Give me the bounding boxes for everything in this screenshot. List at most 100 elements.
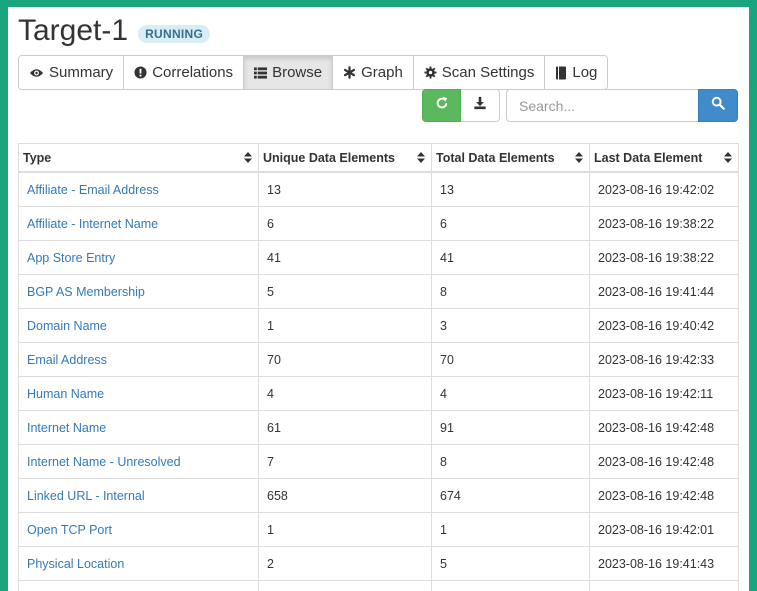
type-link[interactable]: Affiliate - Email Address: [27, 183, 159, 197]
type-link[interactable]: App Store Entry: [27, 251, 115, 265]
last-element-time: 2023-08-16 19:38:22: [589, 240, 739, 275]
eye-icon: [29, 67, 44, 79]
last-element-time: 2023-08-16 19:42:48: [589, 444, 739, 479]
tab-label: Scan Settings: [441, 64, 535, 81]
tab-summary[interactable]: Summary: [19, 56, 125, 89]
total-count: 8: [431, 274, 590, 309]
tab-browse[interactable]: Browse: [244, 56, 334, 89]
search-group: [506, 89, 738, 122]
search-icon: [711, 96, 725, 115]
total-count: 4: [431, 376, 590, 411]
book-icon: [555, 66, 567, 80]
type-link[interactable]: Email Address: [27, 353, 107, 367]
last-element-time: 2023-08-16 19:42:33: [589, 342, 739, 377]
type-link[interactable]: Human Name: [27, 387, 104, 401]
unique-count: 70: [258, 342, 432, 377]
unique-count: 2: [258, 546, 432, 581]
last-element-time: 2023-08-16 19:42:02: [589, 171, 739, 207]
table-row: Internet Name - Unresolved 7 8 2023-08-16 1…: [18, 444, 739, 479]
total-count: 8: [431, 444, 590, 479]
column-header-type[interactable]: Type: [18, 143, 259, 173]
total-count: 91: [431, 410, 590, 445]
tab-correlations[interactable]: Correlations: [124, 56, 245, 89]
unique-count: 1: [258, 512, 432, 547]
unique-count: 7: [258, 444, 432, 479]
scan-view: Target-1 RUNNING Summary Correlations Br…: [8, 7, 749, 591]
total-count: 13: [431, 171, 590, 207]
asterisk-icon: [343, 66, 356, 79]
search-input[interactable]: [506, 89, 698, 122]
sort-icon: [724, 152, 732, 166]
tab-label: Summary: [49, 64, 114, 81]
tab-label: Browse: [272, 64, 323, 81]
type-link[interactable]: Domain Name: [27, 319, 107, 333]
download-button[interactable]: [461, 89, 500, 122]
table-row: Physical Location 2 5 2023-08-16 19:41:43: [18, 546, 739, 581]
total-count: 41: [431, 240, 590, 275]
column-header-total[interactable]: Total Data Elements: [431, 143, 590, 173]
type-link[interactable]: Affiliate - Internet Name: [27, 217, 158, 231]
tab-log[interactable]: Log: [545, 56, 608, 89]
table-row: BGP AS Membership 5 8 2023-08-16 19:41:44: [18, 274, 739, 309]
tab-scan-settings[interactable]: Scan Settings: [413, 56, 546, 89]
table-row-partial: [18, 580, 739, 591]
table-row: Internet Name 61 91 2023-08-16 19:42:48: [18, 410, 739, 445]
table-row: Affiliate - Internet Name 6 6 2023-08-16 19…: [18, 206, 739, 241]
page-title: Target-1: [18, 14, 129, 47]
unique-count: 1: [258, 308, 432, 343]
last-element-time: 2023-08-16 19:42:01: [589, 512, 739, 547]
search-button[interactable]: [698, 89, 738, 122]
tab-graph[interactable]: Graph: [333, 56, 414, 89]
title-row: Target-1 RUNNING: [18, 13, 211, 49]
table-row: App Store Entry 41 41 2023-08-16 19:38:22: [18, 240, 739, 275]
last-element-time: 2023-08-16 19:38:22: [589, 206, 739, 241]
table-row: Open TCP Port 1 1 2023-08-16 19:42:01: [18, 512, 739, 547]
table-row: Affiliate - Email Address 13 13 2023-08-16 …: [18, 171, 739, 207]
last-element-time: 2023-08-16 19:41:43: [589, 546, 739, 581]
last-element-time: 2023-08-16 19:42:48: [589, 410, 739, 445]
list-icon: [254, 66, 268, 79]
sort-icon: [575, 152, 583, 166]
column-header-last[interactable]: Last Data Element: [589, 143, 739, 173]
sort-icon: [417, 152, 425, 166]
total-count: 3: [431, 308, 590, 343]
unique-count: 13: [258, 171, 432, 207]
type-link[interactable]: Physical Location: [27, 557, 124, 571]
type-link[interactable]: Internet Name - Unresolved: [27, 455, 181, 469]
type-link[interactable]: BGP AS Membership: [27, 285, 145, 299]
browse-table: Type Unique Data Elements Total Data Ele…: [18, 143, 739, 591]
unique-count: 41: [258, 240, 432, 275]
table-row: Linked URL - Internal 658 674 2023-08-16 19…: [18, 478, 739, 513]
unique-count: 6: [258, 206, 432, 241]
total-count: 6: [431, 206, 590, 241]
tab-bar: Summary Correlations Browse Graph Scan S…: [18, 55, 609, 90]
type-link[interactable]: Open TCP Port: [27, 523, 112, 537]
gear-icon: [424, 66, 437, 79]
status-badge: RUNNING: [138, 25, 211, 43]
tab-label: Graph: [361, 64, 403, 81]
unique-count: 4: [258, 376, 432, 411]
last-element-time: 2023-08-16 19:40:42: [589, 308, 739, 343]
table-row: Human Name 4 4 2023-08-16 19:42:11: [18, 376, 739, 411]
sort-icon: [244, 152, 252, 166]
table-row: Email Address 70 70 2023-08-16 19:42:33: [18, 342, 739, 377]
exclamation-circle-icon: [134, 66, 147, 79]
refresh-icon: [435, 96, 449, 115]
unique-count: 61: [258, 410, 432, 445]
tab-label: Correlations: [152, 64, 234, 81]
type-link[interactable]: Linked URL - Internal: [27, 489, 145, 503]
column-header-unique[interactable]: Unique Data Elements: [258, 143, 432, 173]
type-link[interactable]: Internet Name: [27, 421, 106, 435]
last-element-time: 2023-08-16 19:42:11: [589, 376, 739, 411]
last-element-time: 2023-08-16 19:42:48: [589, 478, 739, 513]
refresh-button[interactable]: [422, 89, 461, 122]
total-count: 1: [431, 512, 590, 547]
total-count: 5: [431, 546, 590, 581]
total-count: 674: [431, 478, 590, 513]
unique-count: 658: [258, 478, 432, 513]
table-header-row: Type Unique Data Elements Total Data Ele…: [18, 143, 739, 173]
download-icon: [473, 96, 487, 115]
tab-label: Log: [572, 64, 598, 81]
unique-count: 5: [258, 274, 432, 309]
table-toolbar: [422, 89, 500, 122]
